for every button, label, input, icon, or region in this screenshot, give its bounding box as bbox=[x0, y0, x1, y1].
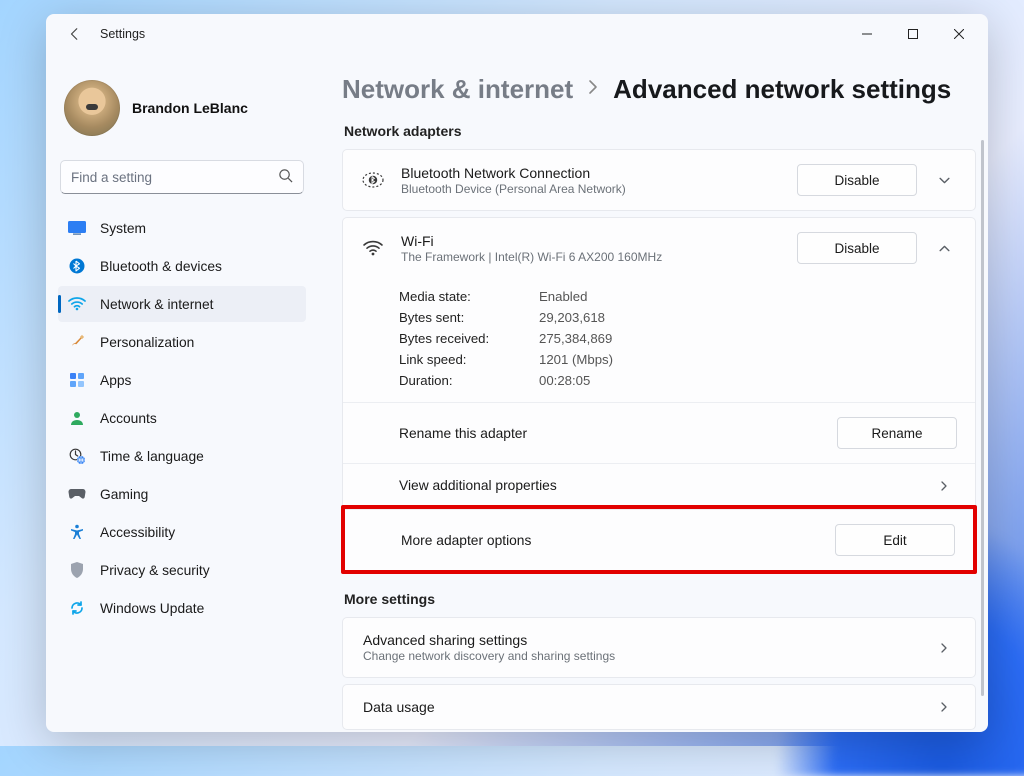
brush-icon bbox=[68, 333, 86, 351]
chevron-right-icon bbox=[931, 701, 957, 713]
nav-label: Network & internet bbox=[100, 297, 214, 312]
titlebar: Settings bbox=[46, 14, 988, 54]
nav-label: Privacy & security bbox=[100, 563, 210, 578]
nav-item-system[interactable]: System bbox=[58, 210, 306, 246]
adapter-card-bluetooth: Bluetooth Network Connection Bluetooth D… bbox=[342, 149, 976, 211]
user-name: Brandon LeBlanc bbox=[132, 100, 248, 116]
nav-item-update[interactable]: Windows Update bbox=[58, 590, 306, 626]
chevron-right-icon bbox=[931, 480, 957, 492]
chevron-up-icon[interactable] bbox=[931, 242, 957, 255]
nav-label: Windows Update bbox=[100, 601, 204, 616]
scrollbar[interactable] bbox=[981, 140, 984, 696]
data-usage-card[interactable]: Data usage bbox=[342, 684, 976, 730]
wifi-icon bbox=[68, 295, 86, 313]
settings-window: Settings Brandon LeBlanc System bbox=[46, 14, 988, 732]
adapter-details: Media state: Enabled Bytes sent: 29,203,61… bbox=[343, 278, 975, 402]
window-title: Settings bbox=[100, 27, 145, 41]
section-adapters: Network adapters bbox=[344, 123, 976, 139]
card-title: Data usage bbox=[363, 699, 435, 715]
more-options-label: More adapter options bbox=[401, 533, 531, 548]
detail-key: Media state: bbox=[399, 289, 519, 304]
search-input[interactable] bbox=[71, 170, 278, 185]
nav-label: Gaming bbox=[100, 487, 148, 502]
adapter-title: Wi-Fi bbox=[401, 233, 783, 249]
wifi-icon bbox=[359, 239, 387, 257]
minimize-button[interactable] bbox=[844, 18, 890, 50]
card-title: Advanced sharing settings bbox=[363, 632, 615, 648]
chevron-right-icon bbox=[931, 642, 957, 654]
detail-value: Enabled bbox=[539, 289, 587, 304]
detail-value: 1201 (Mbps) bbox=[539, 352, 613, 367]
nav-label: Accounts bbox=[100, 411, 157, 426]
nav-item-apps[interactable]: Apps bbox=[58, 362, 306, 398]
breadcrumb-current: Advanced network settings bbox=[613, 74, 951, 105]
view-additional-properties[interactable]: View additional properties bbox=[343, 463, 975, 507]
disable-button[interactable]: Disable bbox=[797, 164, 917, 196]
search-box[interactable] bbox=[60, 160, 304, 194]
gamepad-icon bbox=[68, 485, 86, 503]
nav-item-network[interactable]: Network & internet bbox=[58, 286, 306, 322]
rename-button[interactable]: Rename bbox=[837, 417, 957, 449]
bluetooth-pan-icon bbox=[359, 171, 387, 189]
back-button[interactable] bbox=[60, 19, 90, 49]
nav-label: System bbox=[100, 221, 146, 236]
detail-key: Bytes sent: bbox=[399, 310, 519, 325]
sidebar: Brandon LeBlanc System Bluetooth & devic… bbox=[46, 54, 318, 732]
nav-item-personalization[interactable]: Personalization bbox=[58, 324, 306, 360]
advanced-sharing-card[interactable]: Advanced sharing settings Change network… bbox=[342, 617, 976, 678]
nav-label: Time & language bbox=[100, 449, 204, 464]
detail-value: 00:28:05 bbox=[539, 373, 590, 388]
disable-button[interactable]: Disable bbox=[797, 232, 917, 264]
nav-label: Personalization bbox=[100, 335, 194, 350]
bluetooth-icon bbox=[68, 257, 86, 275]
display-icon bbox=[68, 219, 86, 237]
view-props-label: View additional properties bbox=[399, 478, 557, 493]
section-more-settings: More settings bbox=[344, 591, 976, 607]
nav-label: Bluetooth & devices bbox=[100, 259, 222, 274]
detail-key: Bytes received: bbox=[399, 331, 519, 346]
clock-globe-icon bbox=[68, 447, 86, 465]
update-icon bbox=[68, 599, 86, 617]
more-adapter-options-row: More adapter options Edit bbox=[345, 509, 973, 570]
adapter-row[interactable]: Wi-Fi The Framework | Intel(R) Wi-Fi 6 A… bbox=[343, 218, 975, 278]
nav-item-accounts[interactable]: Accounts bbox=[58, 400, 306, 436]
apps-icon bbox=[68, 371, 86, 389]
rename-adapter-row: Rename this adapter Rename bbox=[343, 402, 975, 463]
nav-item-accessibility[interactable]: Accessibility bbox=[58, 514, 306, 550]
maximize-button[interactable] bbox=[890, 18, 936, 50]
search-icon bbox=[278, 168, 293, 186]
avatar bbox=[64, 80, 120, 136]
adapter-card-wifi: Wi-Fi The Framework | Intel(R) Wi-Fi 6 A… bbox=[342, 217, 976, 573]
nav-item-privacy[interactable]: Privacy & security bbox=[58, 552, 306, 588]
shield-icon bbox=[68, 561, 86, 579]
rename-label: Rename this adapter bbox=[399, 426, 527, 441]
adapter-title: Bluetooth Network Connection bbox=[401, 165, 783, 181]
adapter-row[interactable]: Bluetooth Network Connection Bluetooth D… bbox=[343, 150, 975, 210]
nav-item-time-language[interactable]: Time & language bbox=[58, 438, 306, 474]
nav-item-bluetooth[interactable]: Bluetooth & devices bbox=[58, 248, 306, 284]
profile-block[interactable]: Brandon LeBlanc bbox=[56, 64, 308, 154]
accessibility-icon bbox=[68, 523, 86, 541]
detail-key: Link speed: bbox=[399, 352, 519, 367]
content-area: Network & internet Advanced network sett… bbox=[318, 54, 988, 732]
breadcrumb-root[interactable]: Network & internet bbox=[342, 74, 573, 105]
nav-list: System Bluetooth & devices Network & int… bbox=[56, 210, 308, 626]
chevron-right-icon bbox=[587, 79, 599, 100]
close-button[interactable] bbox=[936, 18, 982, 50]
highlight-annotation: More adapter options Edit bbox=[341, 505, 977, 574]
adapter-subtitle: Bluetooth Device (Personal Area Network) bbox=[401, 182, 783, 196]
nav-label: Accessibility bbox=[100, 525, 175, 540]
edit-button[interactable]: Edit bbox=[835, 524, 955, 556]
detail-value: 275,384,869 bbox=[539, 331, 612, 346]
nav-label: Apps bbox=[100, 373, 131, 388]
card-subtitle: Change network discovery and sharing set… bbox=[363, 649, 615, 663]
detail-key: Duration: bbox=[399, 373, 519, 388]
chevron-down-icon[interactable] bbox=[931, 174, 957, 187]
breadcrumb: Network & internet Advanced network sett… bbox=[342, 74, 976, 105]
adapter-subtitle: The Framework | Intel(R) Wi-Fi 6 AX200 1… bbox=[401, 250, 783, 264]
person-icon bbox=[68, 409, 86, 427]
nav-item-gaming[interactable]: Gaming bbox=[58, 476, 306, 512]
detail-value: 29,203,618 bbox=[539, 310, 605, 325]
